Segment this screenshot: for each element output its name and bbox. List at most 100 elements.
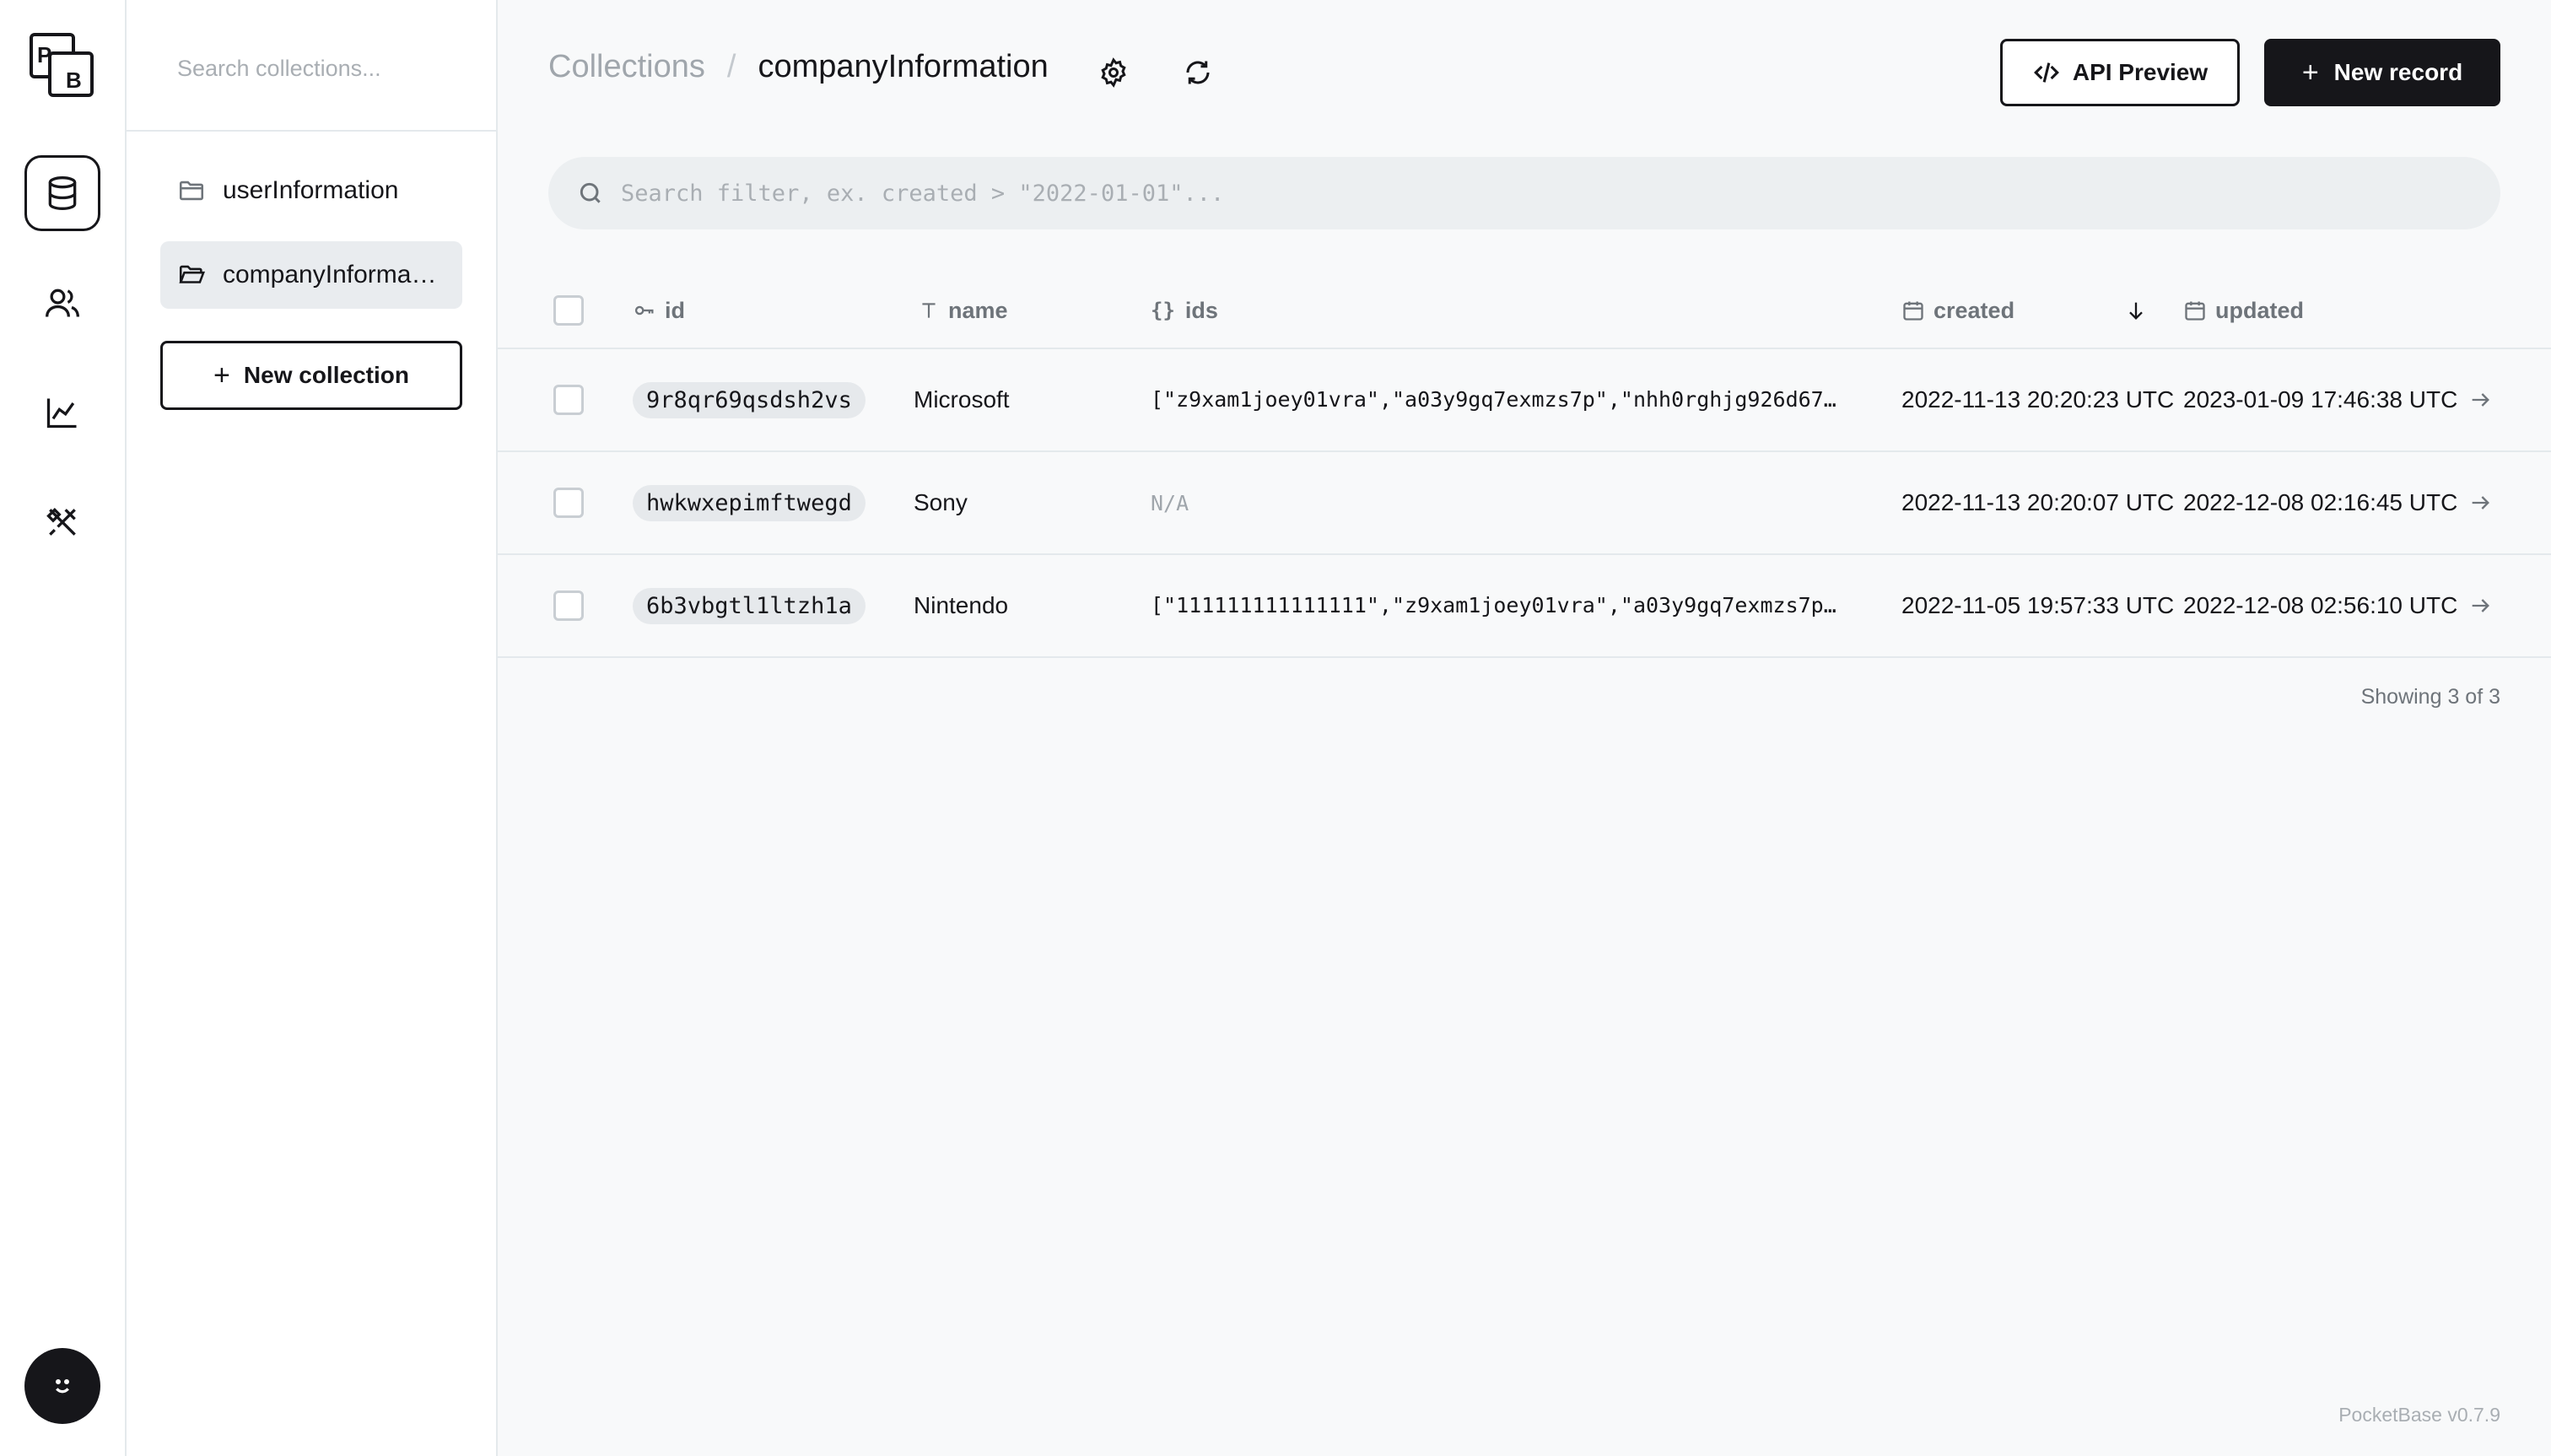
smile-icon bbox=[55, 1378, 69, 1394]
record-created-cell: 2022-11-05 19:57:33 UTC bbox=[1901, 592, 2175, 618]
collections-sidebar: userInformation companyInformation + New… bbox=[127, 0, 498, 1456]
api-preview-label: API Preview bbox=[2072, 59, 2209, 85]
record-id-cell: 6b3vbgtl1ltzh1a bbox=[633, 555, 866, 656]
row-select-cell bbox=[553, 555, 584, 656]
record-name-cell: Microsoft bbox=[914, 386, 1010, 413]
row-checkbox[interactable] bbox=[553, 488, 584, 518]
admin-avatar[interactable] bbox=[24, 1348, 100, 1424]
collection-item-companyinformation[interactable]: companyInformation bbox=[160, 241, 462, 309]
row-select-cell bbox=[553, 349, 584, 450]
filter-search-input[interactable] bbox=[619, 179, 2500, 208]
table-row[interactable]: 9r8qr69qsdsh2vs Microsoft ["z9xam1joey01… bbox=[498, 349, 2551, 452]
new-record-label: New record bbox=[2333, 59, 2463, 85]
code-icon bbox=[2033, 62, 2059, 83]
record-name-cell: Sony bbox=[914, 489, 968, 515]
arrow-right-icon bbox=[2472, 393, 2489, 407]
column-header-label: created bbox=[1933, 297, 2015, 323]
column-header-id[interactable]: id bbox=[633, 273, 685, 348]
record-created-cell: 2022-11-13 20:20:07 UTC bbox=[1901, 489, 2175, 515]
record-updated-cell: 2023-01-09 17:46:38 UTC bbox=[2183, 386, 2458, 413]
record-ids-cell: ["z9xam1joey01vra","a03y9gq7exmzs7p","nh… bbox=[1151, 349, 1864, 450]
open-record-button[interactable] bbox=[2468, 349, 2492, 450]
row-select-cell bbox=[553, 452, 584, 553]
record-id-badge[interactable]: 9r8qr69qsdsh2vs bbox=[633, 381, 866, 418]
pocketbase-logo[interactable]: P B bbox=[29, 32, 94, 98]
record-ids-value: ["111111111111111","z9xam1joey01vra","a0… bbox=[1151, 593, 1836, 617]
column-header-ids[interactable]: {} ids bbox=[1151, 273, 1218, 348]
record-updated-cell: 2022-12-08 02:16:45 UTC bbox=[2183, 489, 2458, 515]
main-panel: Collections / companyInformation API Pre… bbox=[498, 0, 2551, 1456]
refresh-button[interactable] bbox=[1179, 54, 1216, 91]
column-header-created[interactable]: created bbox=[1901, 273, 2014, 348]
open-record-button[interactable] bbox=[2468, 452, 2492, 553]
folder-open-icon bbox=[179, 265, 206, 283]
breadcrumb-current: companyInformation bbox=[758, 49, 1049, 84]
new-record-button[interactable]: + New record bbox=[2264, 39, 2500, 106]
record-ids-cell: ["111111111111111","z9xam1joey01vra","a0… bbox=[1151, 555, 1864, 656]
app-version: PocketBase v0.7.9 bbox=[2338, 1404, 2500, 1426]
record-id-cell: hwkwxepimftwegd bbox=[633, 452, 866, 553]
column-header-updated[interactable]: updated bbox=[2183, 273, 2304, 348]
record-updated-cell: 2022-12-08 02:56:10 UTC bbox=[2183, 592, 2458, 618]
column-header-label: ids bbox=[1184, 297, 1218, 323]
filter-search-bar[interactable] bbox=[548, 157, 2500, 229]
row-checkbox[interactable] bbox=[553, 590, 584, 621]
text-icon bbox=[922, 303, 936, 318]
collection-item-label: userInformation bbox=[223, 176, 399, 204]
record-ids-value: ["z9xam1joey01vra","a03y9gq7exmzs7p","nh… bbox=[1151, 387, 1836, 412]
folder-icon bbox=[179, 181, 204, 201]
api-preview-button[interactable]: API Preview bbox=[2000, 39, 2240, 106]
new-collection-button[interactable]: + New collection bbox=[160, 341, 462, 410]
app-rail: P B bbox=[0, 0, 127, 1456]
collection-settings-button[interactable] bbox=[1095, 54, 1132, 91]
search-icon bbox=[580, 182, 601, 203]
search-collections-input[interactable] bbox=[160, 39, 464, 98]
column-header-label: updated bbox=[2215, 297, 2304, 323]
open-record-button[interactable] bbox=[2468, 555, 2492, 656]
column-header-label: id bbox=[665, 297, 685, 323]
table-header-row: id name {} ids created updated bbox=[498, 273, 2551, 349]
column-header-label: name bbox=[948, 297, 1008, 323]
table-row[interactable]: 6b3vbgtl1ltzh1a Nintendo ["1111111111111… bbox=[498, 555, 2551, 658]
braces-icon: {} bbox=[1151, 299, 1175, 322]
breadcrumb-separator: / bbox=[726, 49, 736, 84]
calendar-icon bbox=[2185, 301, 2205, 321]
arrow-right-icon bbox=[2472, 496, 2489, 510]
svg-text:P: P bbox=[37, 42, 51, 67]
record-id-badge[interactable]: 6b3vbgtl1ltzh1a bbox=[633, 587, 866, 624]
sidebar-divider bbox=[127, 130, 496, 132]
arrow-right-icon bbox=[2472, 599, 2489, 612]
records-table: id name {} ids created updated 9r8qr69qs… bbox=[498, 273, 2551, 658]
record-id-cell: 9r8qr69qsdsh2vs bbox=[633, 349, 866, 450]
record-name-cell: Nintendo bbox=[914, 592, 1009, 618]
breadcrumb: Collections / companyInformation bbox=[548, 49, 1049, 85]
refresh-icon bbox=[1186, 61, 1210, 84]
record-ids-cell: N/A bbox=[1151, 452, 1189, 553]
table-row[interactable]: hwkwxepimftwegd Sony N/A 2022-11-13 20:2… bbox=[498, 452, 2551, 555]
chart-line-icon bbox=[46, 398, 77, 429]
plus-icon: + bbox=[213, 359, 230, 391]
breadcrumb-collections[interactable]: Collections bbox=[548, 49, 705, 85]
column-header-name[interactable]: name bbox=[918, 273, 1008, 348]
collection-item-label: companyInformation bbox=[223, 261, 442, 289]
plus-icon: + bbox=[2301, 56, 2319, 89]
select-all-cell bbox=[553, 273, 584, 348]
calendar-icon bbox=[1903, 301, 1923, 321]
rail-settings-button[interactable] bbox=[24, 484, 100, 560]
rail-collections-button[interactable] bbox=[24, 155, 100, 231]
rail-users-button[interactable] bbox=[24, 265, 100, 341]
gear-icon bbox=[1101, 57, 1126, 88]
record-id-badge[interactable]: hwkwxepimftwegd bbox=[633, 484, 866, 521]
database-icon bbox=[48, 176, 77, 210]
record-created-cell: 2022-11-13 20:20:23 UTC bbox=[1901, 386, 2175, 413]
row-checkbox[interactable] bbox=[553, 385, 584, 415]
records-count-text: Showing 3 of 3 bbox=[2360, 685, 2500, 709]
svg-text:B: B bbox=[66, 67, 82, 93]
tools-icon bbox=[46, 507, 76, 536]
collection-item-userinformation[interactable]: userInformation bbox=[160, 157, 462, 224]
sort-desc-indicator[interactable] bbox=[2124, 273, 2156, 348]
users-icon bbox=[46, 289, 79, 317]
select-all-checkbox[interactable] bbox=[553, 295, 584, 326]
rail-logs-button[interactable] bbox=[24, 375, 100, 450]
record-ids-value: N/A bbox=[1151, 490, 1189, 515]
